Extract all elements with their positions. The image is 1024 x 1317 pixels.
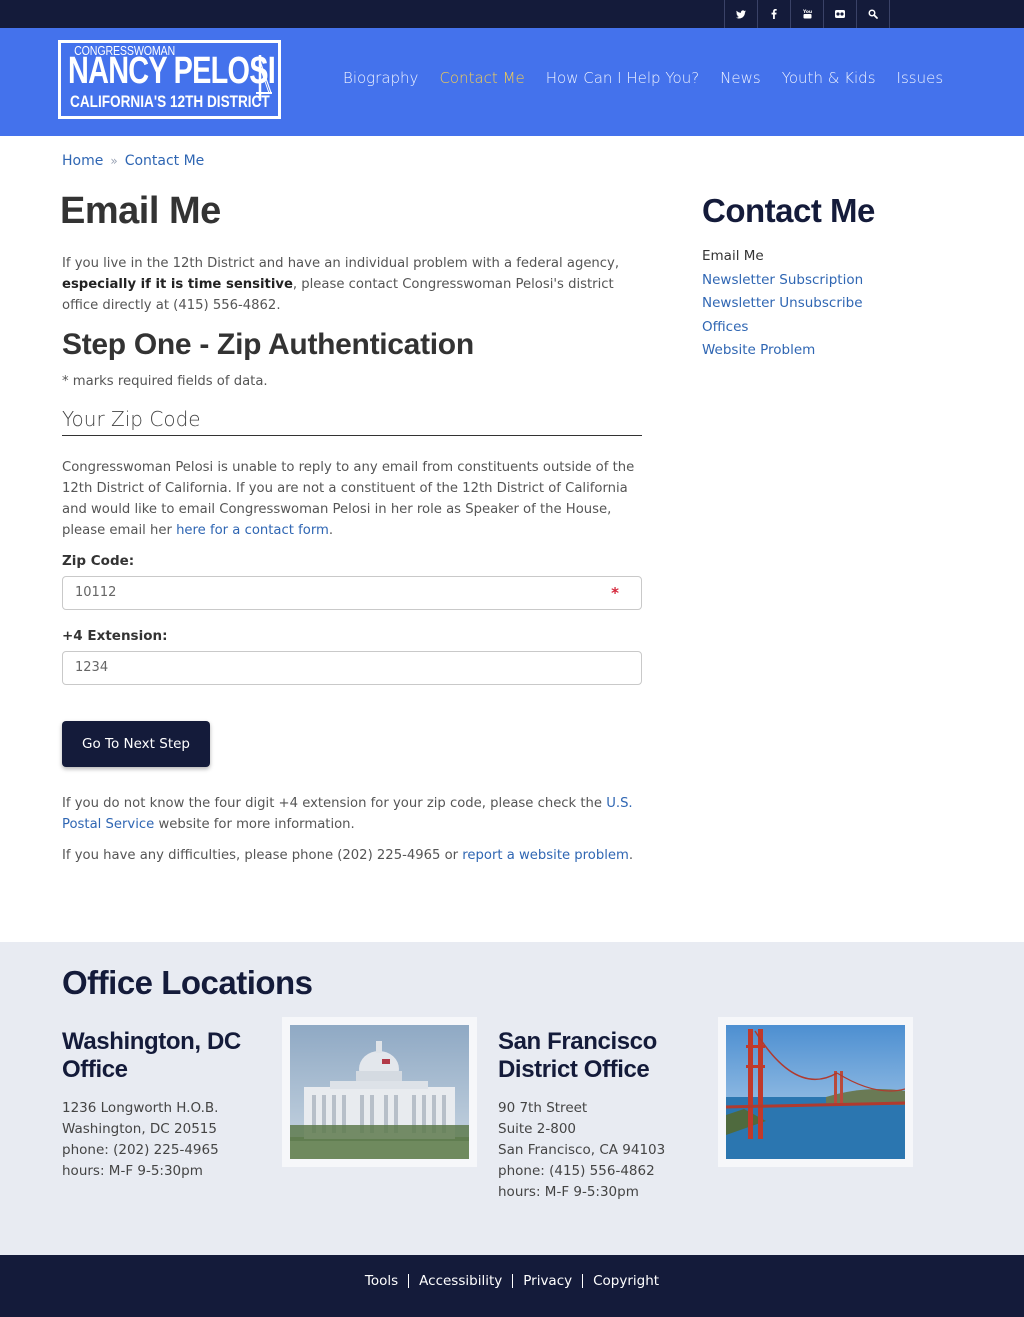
capitol-photo [282, 1017, 477, 1167]
sidebar-item-newsletter-unsubscribe: Newsletter Unsubscribe [702, 292, 962, 316]
zip-code-label: Zip Code: [62, 553, 135, 569]
dc-office-name: Washington, DC Office [62, 1028, 241, 1083]
dc-phone: phone: (202) 225-4965 [62, 1142, 219, 1158]
sf-address-line2: Suite 2-800 [498, 1121, 576, 1137]
required-asterisk: * [611, 584, 619, 602]
extension-input[interactable]: 1234 [62, 651, 642, 685]
top-utility-bar: You [0, 0, 1024, 28]
facebook-button[interactable] [757, 0, 790, 28]
breadcrumb-separator: » [110, 154, 118, 168]
site-footer: Tools Accessibility Privacy Copyright [0, 1255, 1024, 1317]
extension-help: If you do not know the four digit +4 ext… [62, 793, 642, 835]
golden-gate-image [726, 1025, 905, 1159]
footer-link-accessibility[interactable]: Accessibility [408, 1274, 512, 1288]
extension-help-text: If you do not know the four digit +4 ext… [62, 796, 607, 811]
youtube-icon: You [803, 9, 812, 19]
youtube-button[interactable]: You [790, 0, 823, 28]
intro-text-start: If you live in the 12th District and hav… [62, 256, 620, 271]
sf-hours: hours: M-F 9-5:30pm [498, 1184, 639, 1200]
zip-code-value: 10112 [75, 585, 117, 600]
footer-link-privacy[interactable]: Privacy [512, 1274, 582, 1288]
report-problem-link[interactable]: report a website problem [462, 848, 629, 863]
sidebar-item-newsletter-subscription: Newsletter Subscription [702, 269, 962, 293]
flickr-icon [835, 10, 845, 18]
footer-link-tools[interactable]: Tools [355, 1274, 408, 1288]
search-button[interactable] [856, 0, 890, 28]
page-title: Email Me [60, 190, 221, 232]
logo-line-name: NANCY PELOSI [68, 50, 276, 92]
golden-gate-photo [718, 1017, 913, 1167]
search-icon [868, 9, 878, 19]
zip-code-input[interactable]: 10112 * [62, 576, 642, 610]
sidebar-item-website-problem: Website Problem [702, 339, 962, 363]
twitter-icon [736, 9, 746, 18]
dc-address-line1: 1236 Longworth H.O.B. [62, 1100, 219, 1116]
intro-paragraph: If you live in the 12th District and hav… [62, 253, 642, 316]
main-content: Email Me If you live in the 12th Distric… [60, 190, 642, 866]
breadcrumb-current[interactable]: Contact Me [125, 153, 205, 169]
step-title: Step One - Zip Authentication [62, 328, 474, 361]
footer-links: Tools Accessibility Privacy Copyright [0, 1274, 1024, 1288]
main-nav: Biography Contact Me How Can I Help You?… [343, 69, 964, 87]
site-header: CONGRESSWOMAN NANCY PELOSI CALIFORNIA'S … [0, 28, 1024, 136]
required-note: * marks required fields of data. [62, 374, 268, 389]
breadcrumb: Home » Contact Me [62, 153, 204, 169]
dc-address-line2: Washington, DC 20515 [62, 1121, 217, 1137]
extension-value: 1234 [75, 660, 109, 675]
flickr-button[interactable] [823, 0, 856, 28]
constituent-notice: Congresswoman Pelosi is unable to reply … [62, 457, 642, 541]
sidebar-menu: Email Me Newsletter Subscription Newslet… [702, 245, 962, 363]
intro-text-bold: especially if it is time sensitive [62, 277, 293, 292]
twitter-button[interactable] [724, 0, 757, 28]
newsletter-subscription-link[interactable]: Newsletter Subscription [702, 272, 863, 288]
dc-office-address: 1236 Longworth H.O.B. Washington, DC 205… [62, 1098, 262, 1182]
sf-address-line3: San Francisco, CA 94103 [498, 1142, 666, 1158]
contact-sidebar: Contact Me Email Me Newsletter Subscript… [702, 192, 962, 363]
sf-office-address: 90 7th Street Suite 2-800 San Francisco,… [498, 1098, 698, 1203]
golden-gate-bridge-icon [256, 55, 272, 101]
extension-help-text-end: website for more information. [154, 817, 355, 832]
extension-label: +4 Extension: [62, 628, 168, 644]
website-problem-link[interactable]: Website Problem [702, 342, 815, 358]
facebook-icon [771, 9, 777, 19]
difficulties-text: If you have any difficulties, please pho… [62, 848, 463, 863]
dc-hours: hours: M-F 9-5:30pm [62, 1163, 203, 1179]
next-step-button[interactable]: Go To Next Step [62, 721, 210, 767]
sf-office: San Francisco District Office 90 7th Str… [498, 1028, 698, 1203]
zip-code-legend: Your Zip Code [62, 407, 642, 436]
nav-how-can-i-help[interactable]: How Can I Help You? [546, 69, 699, 87]
sf-office-name: San Francisco District Office [498, 1028, 657, 1083]
logo-line-district: CALIFORNIA'S 12TH DISTRICT [70, 92, 270, 111]
sidebar-title: Contact Me [702, 192, 875, 229]
difficulties-text-end: . [628, 848, 634, 863]
capitol-image [290, 1025, 469, 1159]
nav-contact-me[interactable]: Contact Me [439, 69, 524, 87]
newsletter-unsubscribe-link[interactable]: Newsletter Unsubscribe [702, 295, 863, 311]
footer-link-copyright[interactable]: Copyright [582, 1274, 669, 1288]
sidebar-item-offices: Offices [702, 316, 962, 340]
sf-address-line1: 90 7th Street [498, 1100, 588, 1116]
nav-biography[interactable]: Biography [343, 69, 418, 87]
contact-form-link[interactable]: here for a contact form [176, 523, 329, 538]
nav-youth-kids[interactable]: Youth & Kids [782, 69, 876, 87]
sidebar-item-email-me[interactable]: Email Me [702, 245, 962, 269]
social-links: You [724, 0, 890, 28]
nav-news[interactable]: News [720, 69, 761, 87]
notice-text: Congresswoman Pelosi is unable to reply … [62, 460, 635, 538]
site-logo[interactable]: CONGRESSWOMAN NANCY PELOSI CALIFORNIA'S … [58, 40, 281, 119]
sf-phone: phone: (415) 556-4862 [498, 1163, 655, 1179]
notice-text-end: . [328, 523, 334, 538]
nav-issues[interactable]: Issues [897, 69, 944, 87]
office-locations-section: Office Locations Washington, DC Office 1… [0, 942, 1024, 1255]
dc-office: Washington, DC Office 1236 Longworth H.O… [62, 1028, 262, 1182]
offices-title: Office Locations [62, 964, 313, 1001]
difficulties-help: If you have any difficulties, please pho… [62, 845, 642, 866]
offices-link[interactable]: Offices [702, 319, 748, 335]
breadcrumb-home[interactable]: Home [62, 153, 103, 169]
